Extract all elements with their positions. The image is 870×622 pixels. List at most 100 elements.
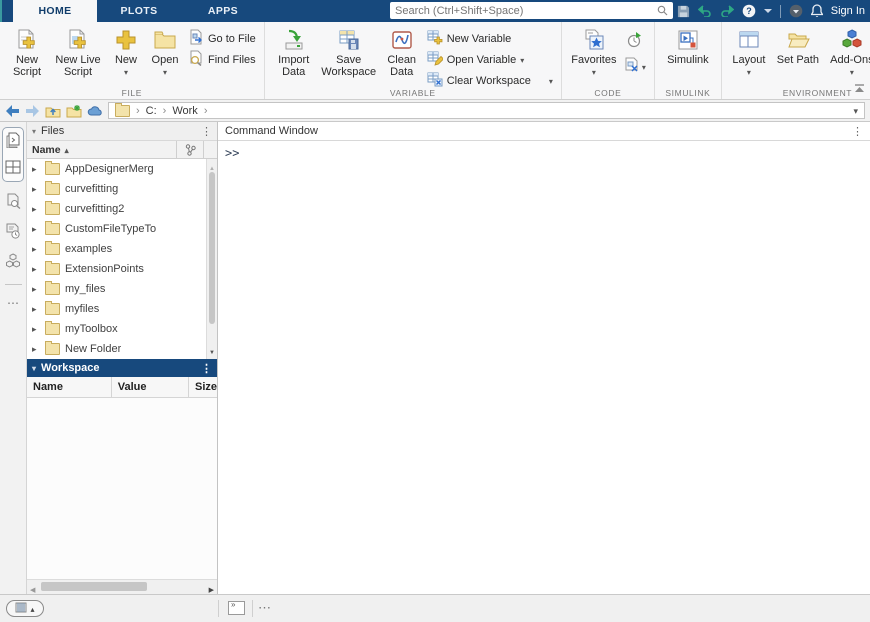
go-to-file-button[interactable]: Go to File — [188, 30, 256, 47]
workspace-value-column[interactable]: Value — [112, 377, 189, 397]
workspace-horizontal-scrollbar[interactable] — [27, 579, 217, 594]
notifications-bell-icon[interactable] — [811, 4, 823, 18]
expand-caret-icon[interactable] — [32, 343, 40, 355]
clear-commands-button[interactable] — [624, 57, 646, 76]
panel-menu-icon[interactable] — [852, 125, 863, 138]
save-workspace-button[interactable]: Save Workspace — [318, 25, 380, 80]
new-script-button[interactable]: New Script — [5, 25, 49, 80]
undo-icon[interactable] — [698, 5, 712, 17]
minimized-command-window-icon[interactable] — [228, 601, 245, 615]
tab-apps[interactable]: APPS — [181, 0, 265, 22]
save-icon[interactable] — [677, 5, 690, 18]
back-icon[interactable] — [5, 105, 20, 117]
help-dropdown-caret-icon[interactable] — [764, 8, 772, 14]
search-input[interactable] — [395, 5, 653, 17]
breadcrumb-dropdown-icon[interactable] — [853, 105, 858, 117]
expand-caret-icon[interactable] — [32, 283, 40, 295]
quick-help-icon[interactable]: ? — [742, 4, 756, 18]
find-files-button[interactable]: Find Files — [188, 51, 256, 68]
scrollbar-thumb[interactable] — [41, 582, 147, 591]
layout-button[interactable]: Layout — [727, 25, 771, 80]
search-icon[interactable] — [657, 5, 668, 16]
panel-menu-icon[interactable] — [201, 362, 212, 375]
file-row[interactable]: New Folder — [27, 339, 217, 359]
file-row[interactable]: curvefitting — [27, 179, 217, 199]
breadcrumb[interactable]: C: Work — [108, 102, 865, 119]
command-history-icon[interactable] — [5, 223, 21, 242]
forward-icon[interactable] — [25, 105, 40, 117]
tab-plots[interactable]: PLOTS — [97, 0, 181, 22]
code-mini-buttons — [621, 25, 649, 76]
add-ons-button[interactable]: Add-Ons — [825, 25, 870, 80]
ribbon-section-simulink: Simulink SIMULINK — [655, 22, 722, 99]
simulink-button[interactable]: Simulink — [660, 25, 716, 68]
strip-divider — [5, 284, 22, 285]
collapse-ribbon-icon[interactable] — [854, 84, 865, 96]
set-path-button[interactable]: Set Path — [771, 25, 825, 68]
new-folder-icon[interactable] — [66, 104, 82, 118]
dropdown-caret-icon — [747, 66, 751, 78]
command-window-body[interactable]: >> — [218, 141, 870, 594]
file-row[interactable]: examples — [27, 239, 217, 259]
global-search[interactable] — [390, 2, 673, 19]
file-row[interactable]: ExtensionPoints — [27, 259, 217, 279]
packages-cubes-icon[interactable] — [5, 253, 21, 271]
profile-icon[interactable] — [789, 4, 803, 18]
expand-caret-icon[interactable] — [32, 203, 40, 215]
file-row[interactable]: myfiles — [27, 299, 217, 319]
breadcrumb-folder[interactable]: Work — [172, 105, 197, 117]
file-row[interactable]: AppDesignerMerg — [27, 159, 217, 179]
redo-icon[interactable] — [720, 5, 734, 17]
up-folder-icon[interactable] — [45, 104, 61, 118]
files-column-header: Name — [27, 141, 217, 159]
tab-home[interactable]: HOME — [13, 0, 97, 22]
panel-grid-icon[interactable] — [5, 160, 21, 177]
open-button[interactable]: Open — [145, 25, 185, 80]
scrollbar-thumb[interactable] — [209, 172, 215, 324]
statusbar-more-icon[interactable] — [258, 600, 271, 616]
expand-caret-icon[interactable] — [32, 183, 40, 195]
dropdown-caret-icon — [642, 61, 646, 73]
clear-workspace-button[interactable]: Clear Workspace — [427, 72, 553, 89]
expand-caret-icon[interactable] — [32, 223, 40, 235]
cloud-folder-icon[interactable] — [87, 105, 103, 117]
open-variable-button[interactable]: Open Variable — [427, 51, 553, 68]
breadcrumb-drive[interactable]: C: — [146, 105, 157, 117]
collapse-caret-icon[interactable] — [32, 362, 36, 374]
favorites-button[interactable]: Favorites — [567, 25, 621, 80]
expand-caret-icon[interactable] — [32, 163, 40, 175]
panel-menu-icon[interactable] — [201, 125, 212, 138]
new-button[interactable]: New — [107, 25, 145, 80]
workspace-name-column[interactable]: Name — [27, 377, 112, 397]
collapse-caret-icon[interactable] — [32, 125, 36, 137]
sign-in-link[interactable]: Sign In — [831, 5, 865, 17]
file-row[interactable]: my_files — [27, 279, 217, 299]
scroll-down-icon[interactable] — [207, 345, 217, 357]
file-row[interactable]: CustomFileTypeTo — [27, 219, 217, 239]
new-live-script-button[interactable]: New Live Script — [49, 25, 107, 80]
parallel-pool-button[interactable] — [6, 600, 44, 617]
expand-caret-icon[interactable] — [32, 303, 40, 315]
files-panel-icon[interactable] — [5, 132, 21, 151]
name-column-header[interactable]: Name — [27, 141, 177, 158]
import-data-button[interactable]: Import Data — [270, 25, 318, 80]
button-label: Add-Ons — [830, 54, 870, 66]
layout-icon — [737, 27, 761, 53]
new-variable-button[interactable]: New Variable — [427, 30, 553, 47]
workspace-body[interactable] — [27, 398, 217, 579]
file-row[interactable]: myToolbox — [27, 319, 217, 339]
git-column-header[interactable] — [177, 141, 204, 158]
expand-caret-icon[interactable] — [32, 263, 40, 275]
files-vertical-scrollbar[interactable] — [206, 159, 217, 359]
dropdown-caret-icon — [549, 75, 553, 87]
address-bar: C: Work — [0, 100, 870, 122]
folder-name: curvefitting — [65, 183, 118, 195]
more-panels-icon[interactable] — [7, 296, 19, 310]
expand-caret-icon[interactable] — [32, 243, 40, 255]
file-search-icon[interactable] — [5, 193, 21, 212]
clean-data-button[interactable]: Clean Data — [380, 25, 424, 80]
workspace-size-column[interactable]: Size — [189, 377, 217, 397]
file-row[interactable]: curvefitting2 — [27, 199, 217, 219]
expand-caret-icon[interactable] — [32, 323, 40, 335]
run-and-time-button[interactable] — [626, 31, 643, 51]
